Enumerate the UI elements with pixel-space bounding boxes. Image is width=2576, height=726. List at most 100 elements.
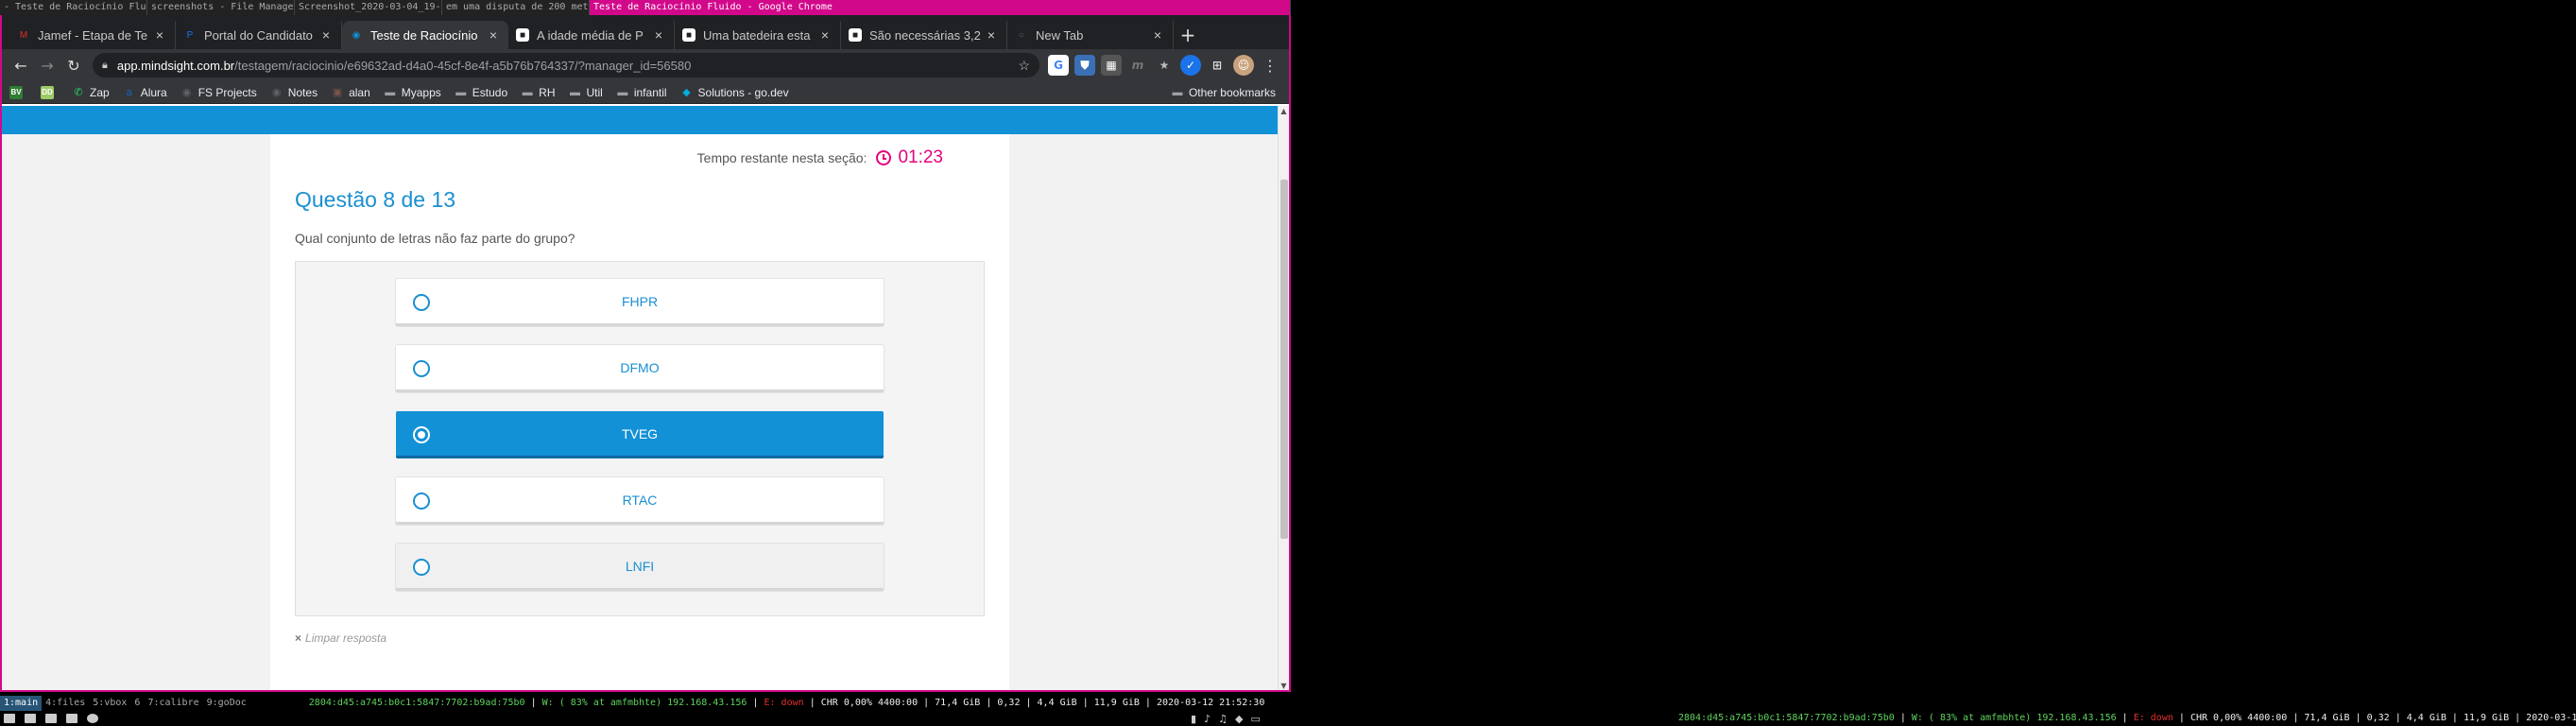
bookmark-item[interactable]: ◉ FS Projects bbox=[180, 86, 257, 99]
bookmark-label: infantil bbox=[633, 85, 667, 99]
answer-option[interactable]: LNFI bbox=[396, 544, 884, 591]
forward-icon[interactable]: → bbox=[34, 52, 60, 78]
tab-label: Jamef - Etapa de Te bbox=[38, 27, 148, 43]
bookmark-icon: ◉ bbox=[181, 87, 192, 98]
wifi-icon[interactable]: ◆ bbox=[1235, 713, 1243, 725]
radio-checked-icon[interactable] bbox=[413, 426, 430, 443]
scroll-up-icon[interactable]: ▲ bbox=[1279, 106, 1289, 117]
display-icon[interactable]: ▭ bbox=[1250, 713, 1260, 725]
bookmark-star-icon[interactable]: ☆ bbox=[1018, 58, 1030, 74]
bookmark-item[interactable]: ✆ Zap bbox=[72, 86, 109, 99]
bookmark-item[interactable]: a Alura bbox=[123, 86, 167, 99]
shield-extension-icon[interactable]: ⛊ bbox=[1074, 55, 1095, 76]
battery-icon[interactable]: ▮ bbox=[1191, 713, 1196, 725]
bookmark-icon: ▬ bbox=[617, 86, 628, 98]
tray-app-icon[interactable] bbox=[4, 714, 15, 723]
scroll-down-icon[interactable]: ▼ bbox=[1279, 681, 1289, 690]
radio-unchecked-icon[interactable] bbox=[413, 360, 430, 377]
wm-window-title[interactable]: screenshots - File Manager bbox=[147, 0, 295, 15]
back-icon[interactable]: ← bbox=[8, 52, 34, 78]
browser-toolbar: ← → ↻ 🔒︎ app.mindsight.com.br/testagem/r… bbox=[2, 49, 1289, 81]
bookmark-label: alan bbox=[349, 85, 370, 99]
reload-icon[interactable]: ↻ bbox=[60, 52, 87, 78]
bookmark-item[interactable]: ▬ infantil bbox=[616, 85, 667, 99]
question-card: Tempo restante nesta seção: 01:23 Questã… bbox=[270, 134, 1009, 690]
close-tab-icon[interactable]: × bbox=[152, 27, 167, 43]
browser-tab[interactable]: ■ São necessárias 3,2 × bbox=[841, 21, 1007, 49]
bookmark-item[interactable]: ▬ Myapps bbox=[384, 86, 441, 99]
extension-icon[interactable]: ▦ bbox=[1101, 55, 1122, 76]
radio-unchecked-icon[interactable] bbox=[413, 294, 430, 311]
tray-app-icon[interactable] bbox=[25, 714, 36, 723]
answer-option-label: RTAC bbox=[622, 492, 658, 508]
bookmark-label: Myapps bbox=[401, 85, 441, 99]
tray-app-icon[interactable] bbox=[45, 714, 57, 723]
google-icon[interactable]: G bbox=[1048, 55, 1069, 76]
bookmark-item[interactable]: ◆ Solutions - go.dev bbox=[680, 85, 789, 99]
answer-option[interactable]: TVEG bbox=[396, 411, 884, 458]
question-text: Qual conjunto de letras não faz parte do… bbox=[295, 231, 575, 246]
clear-answer-link[interactable]: × Limpar resposta bbox=[295, 631, 386, 645]
bookmark-item[interactable]: ▣ alan bbox=[331, 86, 370, 99]
new-tab-button[interactable]: + bbox=[1174, 21, 1202, 49]
bookmark-item[interactable]: ◉ Notes bbox=[270, 86, 318, 99]
status-wifi: W: ( 83% at amfmbhte) 192.168.43.156 bbox=[541, 698, 747, 708]
lock-icon: 🔒︎ bbox=[102, 59, 108, 71]
status-eth: E: down bbox=[764, 698, 804, 708]
workspace-button[interactable]: 9:goDoc bbox=[203, 696, 250, 711]
workspace-button[interactable]: 4:files bbox=[42, 696, 89, 711]
wm-window-title[interactable]: - Teste de Raciocínio Fluido | DISCUTIND… bbox=[0, 0, 147, 15]
bookmark-item[interactable]: ▬ Util bbox=[569, 86, 603, 99]
radio-unchecked-icon[interactable] bbox=[413, 493, 430, 510]
extension-m-icon[interactable]: m bbox=[1127, 55, 1148, 76]
tray-chrome-icon[interactable] bbox=[87, 714, 98, 723]
workspace-button[interactable]: 1:main bbox=[0, 696, 43, 711]
clear-answer-label: Limpar resposta bbox=[305, 631, 387, 645]
wm-window-title-active[interactable]: Teste de Raciocínio Fluido - Google Chro… bbox=[590, 0, 1291, 15]
tray-app-icon[interactable] bbox=[66, 714, 77, 723]
bookmark-icon: ◉ bbox=[271, 87, 282, 98]
star-extension-icon[interactable]: ★ bbox=[1154, 55, 1175, 76]
radio-unchecked-icon[interactable] bbox=[413, 559, 430, 576]
answer-option[interactable]: RTAC bbox=[396, 477, 884, 525]
page-scrollbar[interactable]: ▲ ▼ bbox=[1278, 106, 1289, 690]
answer-option[interactable]: FHPR bbox=[396, 279, 884, 326]
close-tab-icon[interactable]: × bbox=[817, 27, 833, 43]
wm-window-title[interactable]: em uma disputa de 200 metros rasos entre… bbox=[442, 0, 590, 15]
close-tab-icon[interactable]: × bbox=[486, 27, 501, 43]
browser-tab[interactable]: ■ A idade média de P × bbox=[508, 21, 675, 49]
address-bar[interactable]: 🔒︎ app.mindsight.com.br/testagem/racioci… bbox=[93, 53, 1039, 78]
other-bookmarks[interactable]: ▬ Other bookmarks bbox=[1171, 86, 1276, 99]
workspace-button[interactable]: 7:calibre bbox=[144, 696, 202, 711]
bell-icon[interactable]: ♪ bbox=[1204, 713, 1211, 725]
menu-kebab-icon[interactable]: ⋮ bbox=[1257, 52, 1283, 78]
browser-tab[interactable]: ○ New Tab × bbox=[1007, 21, 1174, 49]
wm-window-title[interactable]: Screenshot_2020-03-04_19-08-38.png - 272… bbox=[295, 0, 442, 15]
browser-tab[interactable]: M Jamef - Etapa de Te × bbox=[9, 21, 176, 49]
close-tab-icon[interactable]: × bbox=[651, 27, 666, 43]
browser-tab[interactable]: ◉ Teste de Raciocínio × bbox=[342, 21, 508, 49]
bookmark-item[interactable]: ▬ RH bbox=[521, 86, 556, 99]
bookmark-item[interactable]: DD bbox=[41, 85, 59, 99]
status-system: CHR 0,00% 4400:00 | 71,4 GiB | 0,32 | 4,… bbox=[2190, 713, 2576, 723]
answer-option-label: FHPR bbox=[621, 293, 659, 309]
favicon-icon: ○ bbox=[1018, 29, 1025, 41]
bookmark-item[interactable]: ▬ Estudo bbox=[455, 86, 507, 99]
bookmark-label: Solutions - go.dev bbox=[697, 85, 789, 99]
close-tab-icon[interactable]: × bbox=[984, 27, 999, 43]
workspace-button[interactable]: 5:vbox bbox=[89, 696, 130, 711]
bookmark-item[interactable]: BV bbox=[9, 85, 27, 99]
puzzle-icon[interactable]: ⊞ bbox=[1207, 55, 1228, 76]
volume-icon[interactable]: ♫ bbox=[1218, 713, 1228, 725]
avatar[interactable]: ☺ bbox=[1233, 55, 1254, 76]
extension-blue-icon[interactable]: ✓ bbox=[1180, 55, 1201, 76]
workspace-button[interactable]: 6 bbox=[130, 696, 144, 711]
close-tab-icon[interactable]: × bbox=[318, 27, 334, 43]
tab-label: A idade média de P bbox=[537, 27, 644, 43]
answer-option-label: DFMO bbox=[620, 359, 660, 375]
close-tab-icon[interactable]: × bbox=[1150, 27, 1165, 43]
scrollbar-thumb[interactable] bbox=[1280, 180, 1288, 539]
browser-tab[interactable]: ■ Uma batedeira esta × bbox=[675, 21, 841, 49]
browser-tab[interactable]: P Portal do Candidato × bbox=[176, 21, 342, 49]
answer-option[interactable]: DFMO bbox=[396, 345, 884, 392]
